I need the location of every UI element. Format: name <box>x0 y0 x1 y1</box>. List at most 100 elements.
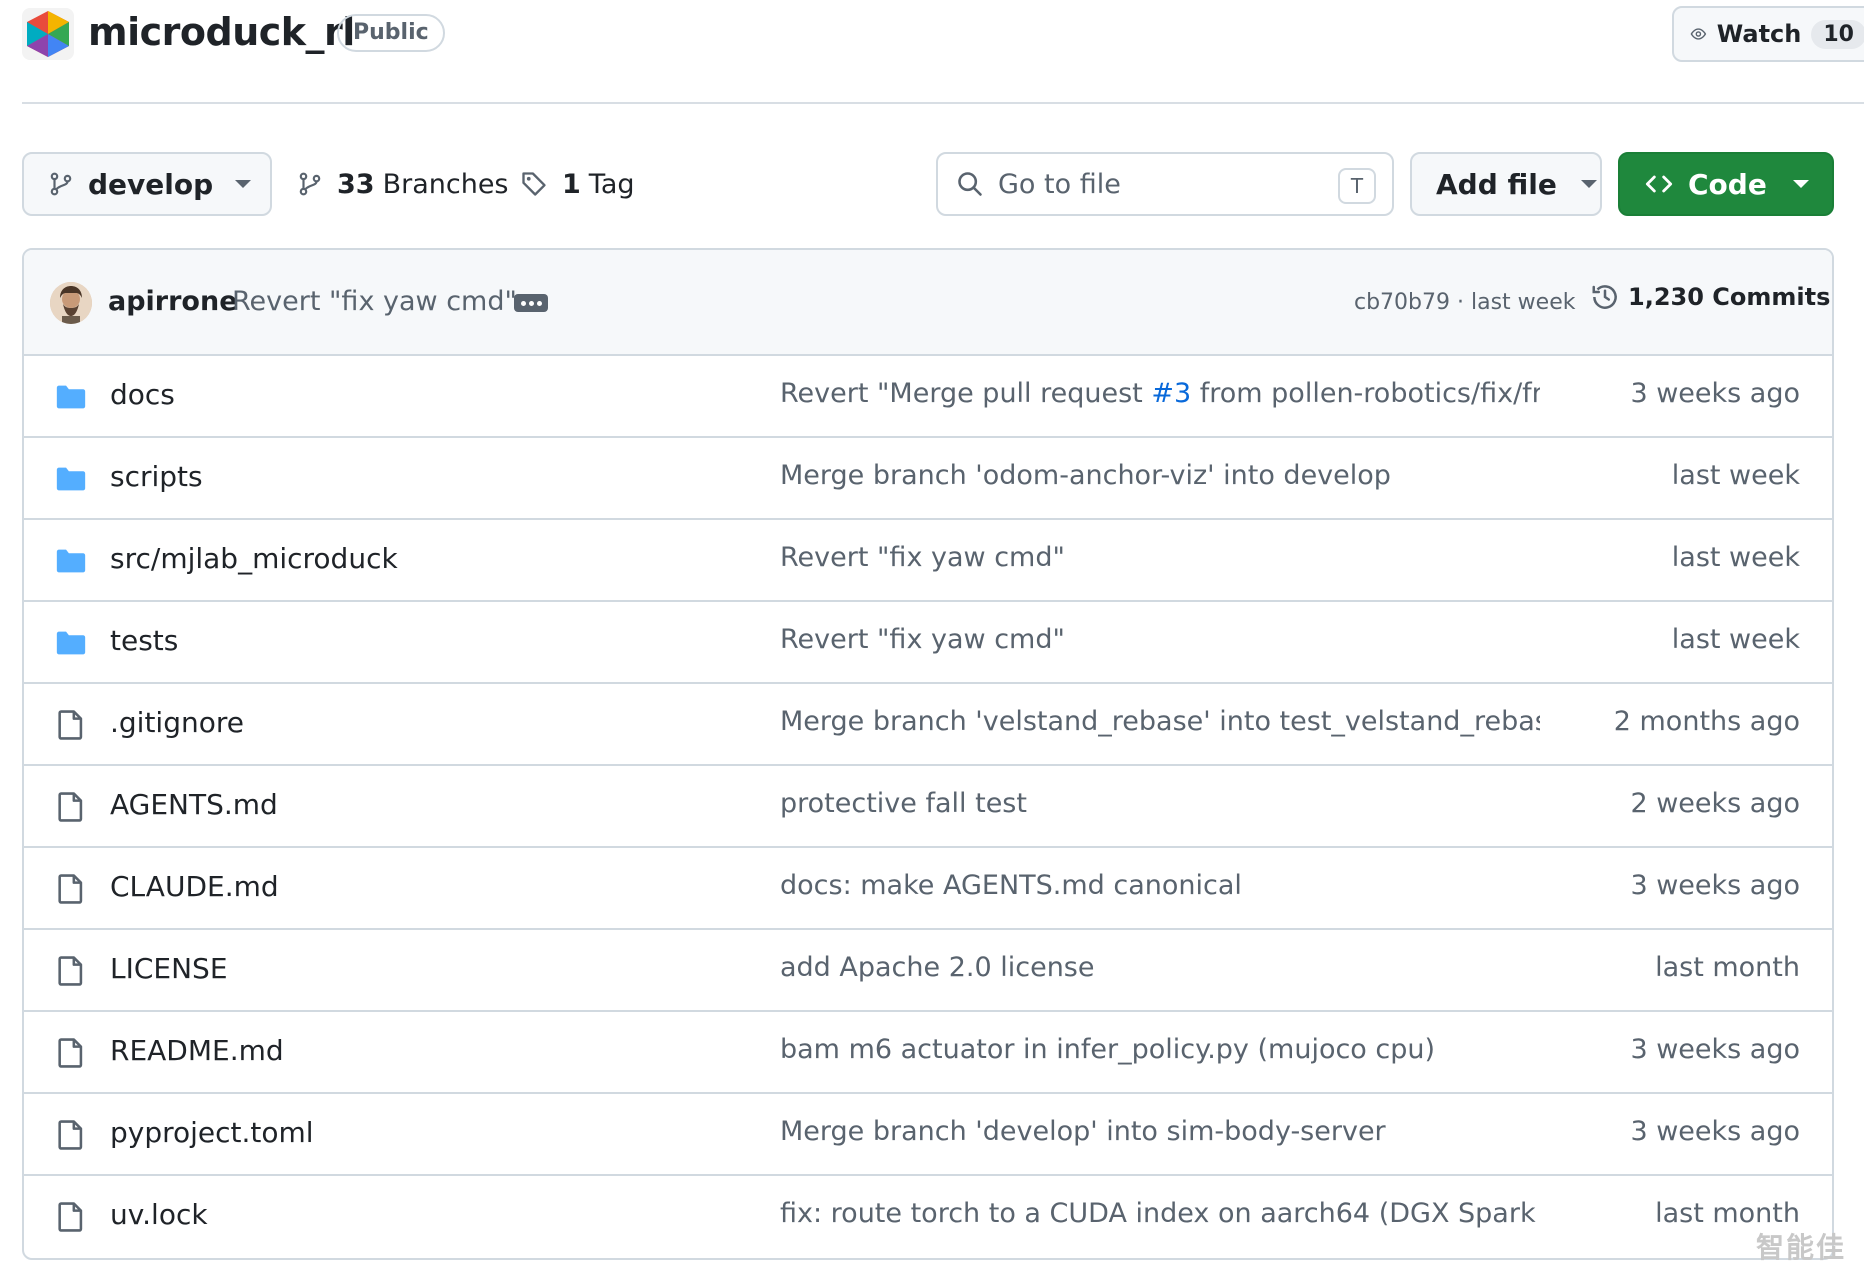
file-commit-message[interactable]: fix: route torch to a CUDA index on aarc… <box>780 1198 1540 1229</box>
code-icon <box>1645 175 1673 193</box>
file-commit-message[interactable]: Merge branch 'velstand_rebase' into test… <box>780 706 1540 737</box>
watermark-text: 智能佳 <box>1755 1231 1846 1264</box>
commit-message-text: fix: route torch to a CUDA index on aarc… <box>780 1198 1540 1229</box>
commit-message-text: protective fall test <box>780 788 1027 819</box>
tags-count: 1 <box>562 168 581 200</box>
file-commit-time: last week <box>1671 460 1800 491</box>
file-commit-time: 3 weeks ago <box>1630 1034 1800 1065</box>
watch-button[interactable]: Watch 10 <box>1672 6 1864 62</box>
file-commit-message[interactable]: Revert "Merge pull request #3 from polle… <box>780 378 1540 409</box>
expand-commit-icon[interactable] <box>514 294 548 312</box>
file-row[interactable]: tests Revert "fix yaw cmd" last week <box>24 602 1832 684</box>
file-commit-time: 2 weeks ago <box>1630 788 1800 819</box>
file-name-link[interactable]: AGENTS.md <box>110 788 278 821</box>
folder-icon <box>54 380 88 414</box>
file-icon <box>54 790 88 824</box>
code-button[interactable]: Code <box>1618 152 1834 216</box>
file-name-link[interactable]: scripts <box>110 460 203 493</box>
file-icon <box>54 1036 88 1070</box>
commit-message-text: add Apache 2.0 license <box>780 952 1095 983</box>
commit-message-text: Merge branch 'velstand_rebase' into test… <box>780 706 1540 737</box>
pull-request-link[interactable]: #3 <box>1151 378 1191 409</box>
file-row[interactable]: AGENTS.md protective fall test 2 weeks ago <box>24 766 1832 848</box>
branches-label: Branches <box>382 168 509 200</box>
file-icon <box>54 954 88 988</box>
file-icon <box>54 708 88 742</box>
search-input[interactable] <box>998 168 1328 200</box>
code-label: Code <box>1688 167 1767 201</box>
git-branch-icon <box>299 172 321 196</box>
file-commit-time: last month <box>1655 1198 1800 1229</box>
folder-icon <box>54 544 88 578</box>
tags-link[interactable]: 1 Tag <box>520 152 635 216</box>
commit-message-text: Revert "fix yaw cmd" <box>780 542 1065 573</box>
file-row[interactable]: CLAUDE.md docs: make AGENTS.md canonical 3… <box>24 848 1832 930</box>
file-commit-time: 3 weeks ago <box>1630 378 1800 409</box>
file-row[interactable]: uv.lock fix: route torch to a CUDA index … <box>24 1176 1832 1258</box>
file-commit-message[interactable]: Revert "fix yaw cmd" <box>780 624 1065 655</box>
file-commit-message[interactable]: Revert "fix yaw cmd" <box>780 542 1065 573</box>
file-icon <box>54 1200 88 1234</box>
file-row[interactable]: LICENSE add Apache 2.0 license last month <box>24 930 1832 1012</box>
file-row[interactable]: scripts Merge branch 'odom-anchor-viz' in… <box>24 438 1832 520</box>
file-row[interactable]: docs Revert "Merge pull request #3 from p… <box>24 356 1832 438</box>
file-commit-time: 3 weeks ago <box>1630 870 1800 901</box>
folder-icon <box>54 462 88 496</box>
file-commit-message[interactable]: Merge branch 'develop' into sim-body-ser… <box>780 1116 1386 1147</box>
go-to-file-search[interactable]: T <box>936 152 1394 216</box>
tags-label: Tag <box>588 168 635 200</box>
file-commit-message[interactable]: add Apache 2.0 license <box>780 952 1094 983</box>
branch-select[interactable]: develop <box>22 152 272 216</box>
commits-count: 1,230 Commits <box>1628 283 1831 311</box>
visibility-badge: Public <box>337 14 445 52</box>
history-icon <box>1592 285 1617 309</box>
commit-message-tail: from pollen-robotics/fix/frenc... <box>1199 378 1540 409</box>
repo-logo[interactable] <box>22 8 74 60</box>
file-row[interactable]: src/mjlab_microduck Revert "fix yaw cmd" l… <box>24 520 1832 602</box>
commit-message-text: Merge branch 'odom-anchor-viz' into deve… <box>780 460 1391 491</box>
file-name-link[interactable]: tests <box>110 624 178 657</box>
commit-hash-time[interactable]: cb70b79 · last week <box>1354 290 1575 315</box>
chevron-down-icon <box>235 180 252 188</box>
commit-message-text: Merge branch 'develop' into sim-body-ser… <box>780 1116 1386 1147</box>
file-commit-message[interactable]: docs: make AGENTS.md canonical <box>780 870 1242 901</box>
watch-label: Watch <box>1716 20 1802 48</box>
file-list: apirrone Revert "fix yaw cmd" cb70b79 · … <box>22 248 1834 1260</box>
repo-toolbar: develop 33 Branches 1 Tag T Add file Cod… <box>22 152 1834 216</box>
file-name-link[interactable]: docs <box>110 378 175 411</box>
latest-commit-bar: apirrone Revert "fix yaw cmd" cb70b79 · … <box>24 250 1832 356</box>
commit-author[interactable]: apirrone <box>108 286 238 317</box>
repo-name[interactable]: microduck_rl <box>88 10 355 54</box>
file-name-link[interactable]: src/mjlab_microduck <box>110 542 398 575</box>
search-icon <box>958 172 982 196</box>
git-branch-icon <box>50 172 72 196</box>
repo-header: microduck_rl Public Watch 10 <box>22 0 1864 90</box>
file-name-link[interactable]: .gitignore <box>110 706 244 739</box>
commits-link[interactable]: 1,230 Commits <box>1590 282 1830 312</box>
commit-message-text: Revert "Merge pull request <box>780 378 1152 409</box>
file-name-link[interactable]: README.md <box>110 1034 284 1067</box>
file-commit-message[interactable]: protective fall test <box>780 788 1027 819</box>
file-commit-message[interactable]: Merge branch 'odom-anchor-viz' into deve… <box>780 460 1391 491</box>
branches-count: 33 <box>337 168 375 200</box>
avatar[interactable] <box>50 282 92 324</box>
add-file-button[interactable]: Add file <box>1410 152 1602 216</box>
header-divider <box>22 102 1864 104</box>
file-commit-time: last week <box>1671 624 1800 655</box>
file-name-link[interactable]: CLAUDE.md <box>110 870 279 903</box>
file-name-link[interactable]: pyproject.toml <box>110 1116 314 1149</box>
commit-message-text: Revert "fix yaw cmd" <box>780 624 1065 655</box>
tag-icon <box>522 172 546 196</box>
file-row[interactable]: pyproject.toml Merge branch 'develop' int… <box>24 1094 1832 1176</box>
file-row[interactable]: README.md bam m6 actuator in infer_policy… <box>24 1012 1832 1094</box>
file-name-link[interactable]: uv.lock <box>110 1198 208 1231</box>
branches-link[interactable]: 33 Branches <box>297 152 509 216</box>
file-commit-message[interactable]: bam m6 actuator in infer_policy.py (mujo… <box>780 1034 1435 1065</box>
commit-message[interactable]: Revert "fix yaw cmd" <box>232 286 517 317</box>
file-icon <box>54 872 88 906</box>
add-file-label: Add file <box>1436 167 1557 201</box>
branch-name: develop <box>88 167 214 201</box>
file-name-link[interactable]: LICENSE <box>110 952 228 985</box>
folder-icon <box>54 626 88 660</box>
file-row[interactable]: .gitignore Merge branch 'velstand_rebase'… <box>24 684 1832 766</box>
